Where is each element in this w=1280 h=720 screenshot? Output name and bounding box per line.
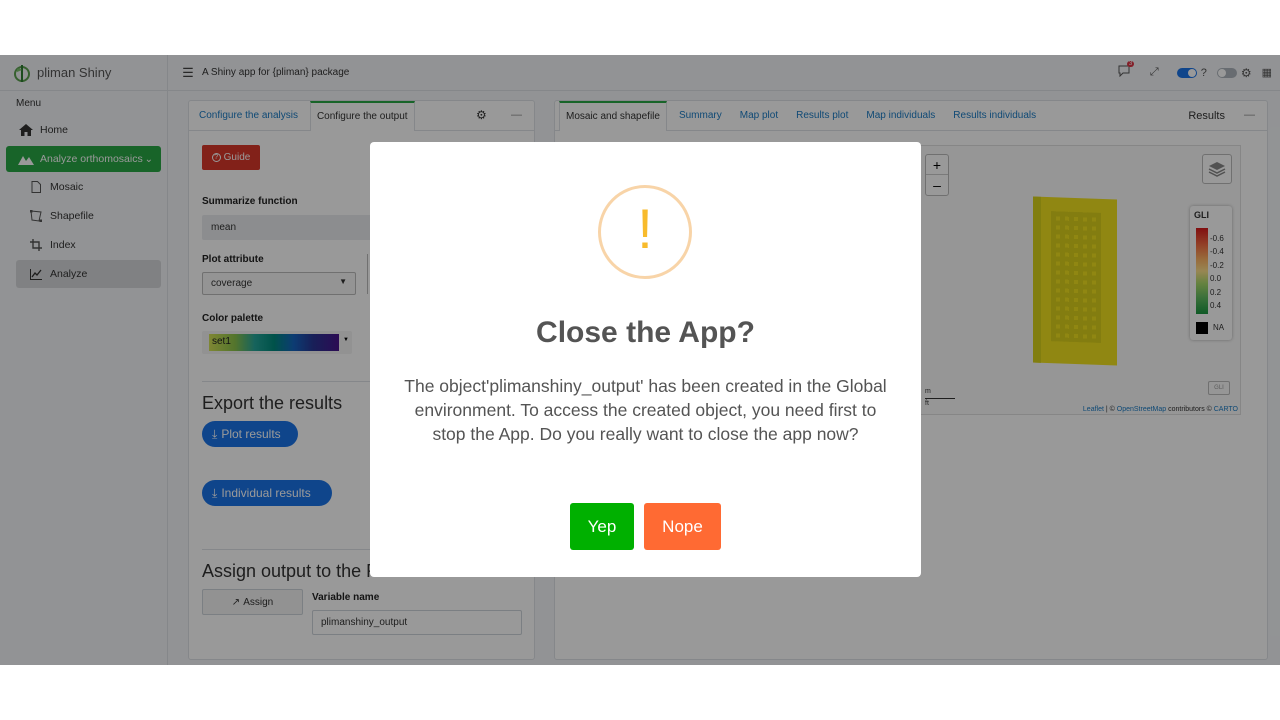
cancel-nope-button[interactable]: Nope — [644, 503, 721, 550]
confirm-yep-button[interactable]: Yep — [570, 503, 634, 550]
dialog-title: Close the App? — [536, 316, 755, 349]
dialog-message: The object'plimanshiny_output' has been … — [404, 376, 887, 444]
close-app-dialog: ! Close the App? The object'plimanshiny_… — [370, 142, 921, 577]
app-window: pliman Shiny Menu Home Analyze orthomosa… — [0, 55, 1280, 665]
exclamation-icon: ! — [637, 197, 653, 260]
warning-icon: ! — [598, 185, 692, 279]
